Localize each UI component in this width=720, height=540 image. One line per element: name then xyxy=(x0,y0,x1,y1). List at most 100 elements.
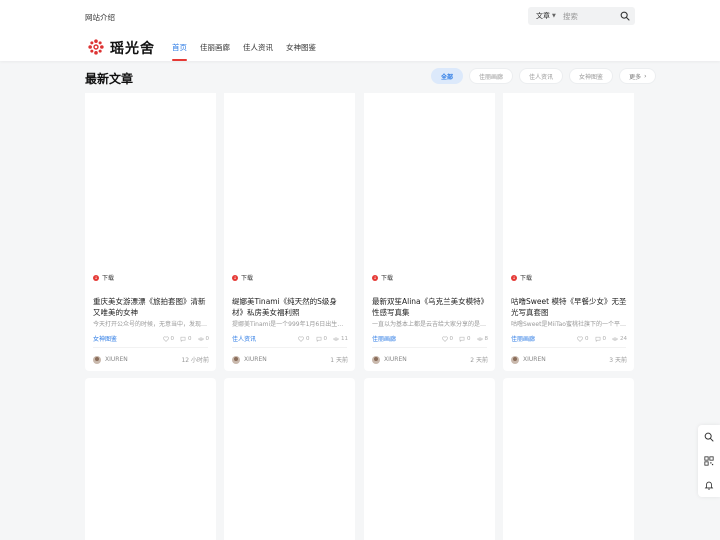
post-footer: XIUREN 3 天前 xyxy=(511,355,627,364)
post-thumbnail[interactable]: ↓ 下载 xyxy=(503,93,634,289)
comment-count: 0 xyxy=(188,335,192,342)
download-tag-label: 下载 xyxy=(381,275,394,282)
like-count: 0 xyxy=(449,335,454,342)
nav-item-news[interactable]: 佳人资讯 xyxy=(243,42,273,61)
comment-count: 0 xyxy=(602,335,607,342)
download-icon: ↓ xyxy=(511,274,517,281)
filter-gallery[interactable]: 佳丽画廊 xyxy=(469,68,514,84)
avatar xyxy=(511,355,519,364)
site-brand[interactable]: 瑶光舍 xyxy=(110,38,155,58)
site-intro-link[interactable]: 网站介绍 xyxy=(85,12,115,23)
post-stats: 0 0 0 xyxy=(162,335,210,342)
post-author[interactable]: XIUREN xyxy=(93,355,128,364)
author-name: XIUREN xyxy=(244,356,267,363)
like-stat[interactable]: 0 xyxy=(441,335,454,342)
post-title[interactable]: 咕噜Sweet 模特《早餐少女》无圣光写真套图 xyxy=(511,296,627,318)
download-icon: ↓ xyxy=(232,274,238,281)
category-filters: 全部 佳丽画廊 佳人资讯 女神图鉴 更多 › xyxy=(431,68,657,84)
bell-icon[interactable] xyxy=(704,480,714,490)
comment-icon xyxy=(316,336,321,342)
post-title[interactable]: 重庆美女游漂漂《旅拍套图》清新又唯美的女神 xyxy=(93,296,209,318)
search-box: 文章 ▼ xyxy=(528,7,635,25)
comment-stat: 0 xyxy=(459,336,471,342)
post-category[interactable]: 女神图鉴 xyxy=(93,334,117,343)
post-card[interactable]: ↓ 下载 重庆美女游漂漂《旅拍套图》清新又唯美的女神 今天打开公众号的时候，无意… xyxy=(85,93,216,371)
view-stat: 0 xyxy=(197,335,210,342)
post-card[interactable]: ↓ 下载 咕噜Sweet 模特《早餐少女》无圣光写真套图 咕噜Sweet是Mii… xyxy=(503,93,634,371)
post-card-placeholder[interactable] xyxy=(224,378,355,540)
chevron-down-icon: ▼ xyxy=(552,13,556,19)
download-tag-label: 下载 xyxy=(102,275,115,282)
post-category[interactable]: 佳丽画廊 xyxy=(372,334,396,343)
post-thumbnail[interactable]: ↓ 下载 xyxy=(224,93,355,289)
filter-all[interactable]: 全部 xyxy=(431,68,464,84)
post-excerpt: 提娜美Tinami是一个999年1月6日出生的… xyxy=(232,321,348,328)
post-title[interactable]: 最新双笙Alina《乌克兰美女模特》性感写真集 xyxy=(372,296,488,318)
download-tag: ↓ 下载 xyxy=(372,273,393,282)
filter-news[interactable]: 佳人资讯 xyxy=(519,68,564,84)
download-icon: ↓ xyxy=(93,274,99,281)
post-card-placeholder[interactable] xyxy=(364,378,495,540)
like-stat[interactable]: 0 xyxy=(162,336,174,342)
post-category[interactable]: 佳人资讯 xyxy=(232,334,256,343)
comment-stat: 0 xyxy=(595,335,607,342)
post-card[interactable]: ↓ 下载 最新双笙Alina《乌克兰美女模特》性感写真集 一直以为基本上都是云吉… xyxy=(364,93,495,371)
post-thumbnail[interactable]: ↓ 下载 xyxy=(364,93,495,289)
post-time: 1 天前 xyxy=(330,357,348,364)
post-excerpt: 今天打开公众号的时候，无意当中，发现… xyxy=(93,321,208,328)
post-author[interactable]: XIUREN xyxy=(511,355,546,364)
eye-icon xyxy=(476,336,483,341)
post-time: 3 天前 xyxy=(609,357,627,364)
card-divider xyxy=(372,347,487,348)
filter-more[interactable]: 更多 › xyxy=(619,68,657,84)
view-stat: 8 xyxy=(476,336,488,342)
post-category[interactable]: 佳丽画廊 xyxy=(511,334,535,343)
heart-icon xyxy=(577,336,583,342)
view-count: 0 xyxy=(205,335,210,342)
post-author[interactable]: XIUREN xyxy=(232,355,267,364)
post-time: 12 小时前 xyxy=(181,357,209,364)
post-card-placeholder[interactable] xyxy=(85,378,216,540)
search-type-select[interactable]: 文章 ▼ xyxy=(528,11,556,21)
comment-icon xyxy=(459,336,465,342)
download-icon: ↓ xyxy=(372,274,378,281)
nav-item-gallery[interactable]: 佳丽画廊 xyxy=(200,42,230,61)
site-logo[interactable] xyxy=(87,38,105,56)
post-card[interactable]: ↓ 下载 缇娜美Tinami《纯天然的S级身材》私房美女福利照 提娜美Tinam… xyxy=(224,93,355,371)
author-name: XIUREN xyxy=(384,356,407,363)
author-name: XIUREN xyxy=(523,356,546,363)
download-tag: ↓ 下载 xyxy=(93,273,114,282)
eye-icon xyxy=(333,336,339,341)
post-thumbnail[interactable]: ↓ 下载 xyxy=(85,93,216,289)
comment-icon xyxy=(180,336,186,342)
comment-count: 0 xyxy=(323,335,328,342)
search-icon[interactable] xyxy=(704,432,714,442)
post-meta: 女神图鉴 0 0 0 xyxy=(93,334,210,344)
post-card-placeholder[interactable] xyxy=(503,378,634,540)
main-nav: 首页 佳丽画廊 佳人资讯 女神图鉴 xyxy=(172,42,329,61)
post-excerpt: 一直以为基本上都是云吉给大家分享的是… xyxy=(372,321,487,328)
nav-item-goddess[interactable]: 女神图鉴 xyxy=(286,42,316,61)
site-header: 网站介绍 文章 ▼ 瑶光舍 首页 佳丽画廊 佳人资讯 女神图鉴 xyxy=(0,0,720,61)
post-stats: 0 0 8 xyxy=(441,335,488,342)
download-tag-label: 下载 xyxy=(241,275,254,282)
search-input[interactable] xyxy=(562,11,615,21)
post-title[interactable]: 缇娜美Tinami《纯天然的S级身材》私房美女福利照 xyxy=(232,296,348,318)
view-stat: 11 xyxy=(333,336,348,342)
section-title: 最新文章 xyxy=(85,72,134,86)
heart-icon xyxy=(162,336,169,342)
nav-item-home[interactable]: 首页 xyxy=(172,42,187,61)
post-meta: 佳丽画廊 0 0 24 xyxy=(511,334,627,344)
qrcode-icon[interactable] xyxy=(704,456,714,466)
eye-icon xyxy=(612,336,618,341)
post-footer: XIUREN 12 小时前 xyxy=(93,355,209,364)
post-author[interactable]: XIUREN xyxy=(372,355,407,364)
download-tag: ↓ 下载 xyxy=(232,273,253,282)
filter-goddess[interactable]: 女神图鉴 xyxy=(569,68,614,84)
heart-icon xyxy=(441,336,448,342)
like-stat[interactable]: 0 xyxy=(298,336,310,342)
post-meta: 佳丽画廊 0 0 8 xyxy=(372,334,488,344)
avatar xyxy=(93,355,101,364)
like-stat[interactable]: 0 xyxy=(577,336,589,342)
search-icon[interactable] xyxy=(620,11,630,21)
